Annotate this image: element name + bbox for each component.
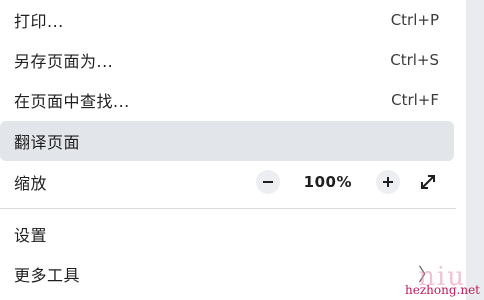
translate-label: 翻译页面	[14, 133, 81, 152]
save-as-shortcut: Ctrl+S	[390, 51, 439, 69]
fullscreen-button[interactable]	[416, 170, 440, 194]
menu-item-translate[interactable]: 翻译页面	[0, 121, 454, 161]
zoom-in-button[interactable]	[376, 170, 400, 194]
zoom-value: 100%	[303, 173, 352, 191]
menu-item-save-as[interactable]: 另存页面为... Ctrl+S	[0, 40, 456, 80]
settings-label: 设置	[14, 226, 48, 245]
chevron-right-icon: 〉	[418, 265, 436, 286]
print-shortcut: Ctrl+P	[390, 11, 439, 29]
minus-icon	[262, 181, 273, 183]
menu-item-settings[interactable]: 设置	[0, 214, 456, 254]
zoom-label: 缩放	[14, 174, 48, 193]
menu-item-zoom: 缩放 100%	[0, 162, 456, 202]
zoom-out-button[interactable]	[255, 170, 280, 194]
save-as-label: 另存页面为...	[14, 52, 114, 71]
find-shortcut: Ctrl+F	[391, 91, 439, 109]
menu-divider	[0, 208, 456, 209]
print-label: 打印...	[14, 12, 64, 31]
plus-icon	[383, 177, 393, 187]
browser-context-menu: 打印... Ctrl+P 另存页面为... Ctrl+S 在页面中查找... C…	[0, 0, 456, 300]
fullscreen-icon	[421, 175, 435, 189]
scrollbar-track[interactable]	[466, 0, 484, 300]
more-tools-label: 更多工具	[14, 266, 81, 285]
menu-item-more-tools[interactable]: 更多工具 〉	[0, 254, 456, 294]
find-label: 在页面中查找...	[14, 92, 130, 111]
menu-item-find[interactable]: 在页面中查找... Ctrl+F	[0, 80, 456, 120]
zoom-controls: 100%	[255, 162, 440, 202]
menu-item-print[interactable]: 打印... Ctrl+P	[0, 0, 456, 40]
